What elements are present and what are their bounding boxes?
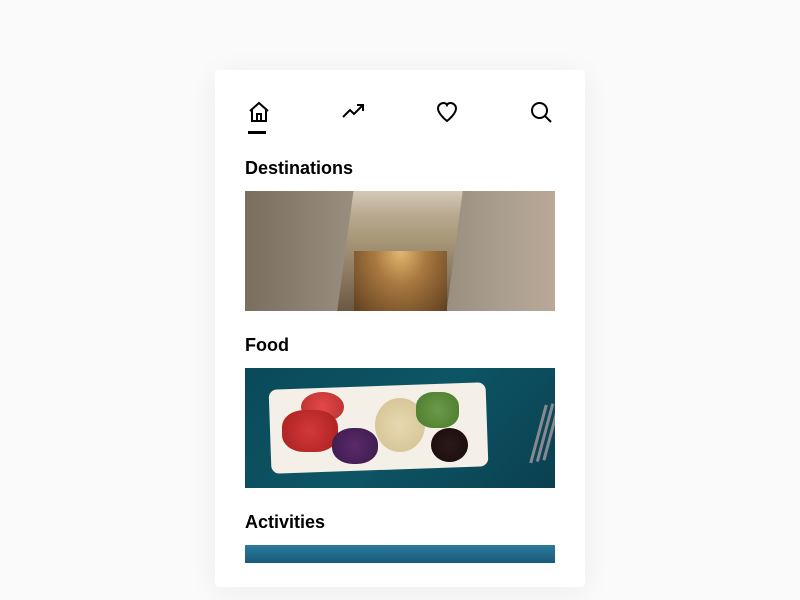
home-icon	[247, 100, 271, 124]
activities-image[interactable]	[245, 545, 555, 563]
section-title: Destinations	[245, 158, 555, 179]
food-image[interactable]	[245, 368, 555, 488]
search-icon	[529, 100, 553, 124]
heart-icon	[435, 100, 459, 124]
section-food: Food	[245, 335, 555, 488]
trending-icon	[341, 100, 365, 124]
nav-favorites[interactable]	[433, 98, 461, 126]
nav-home[interactable]	[245, 98, 273, 126]
section-title: Activities	[245, 512, 555, 533]
destinations-image[interactable]	[245, 191, 555, 311]
section-destinations: Destinations	[245, 158, 555, 311]
section-title: Food	[245, 335, 555, 356]
content-area: Destinations Food Activities	[215, 150, 585, 563]
nav-search[interactable]	[527, 98, 555, 126]
top-nav	[215, 70, 585, 150]
app-frame: Destinations Food Activities	[215, 70, 585, 587]
nav-trending[interactable]	[339, 98, 367, 126]
section-activities: Activities	[245, 512, 555, 563]
